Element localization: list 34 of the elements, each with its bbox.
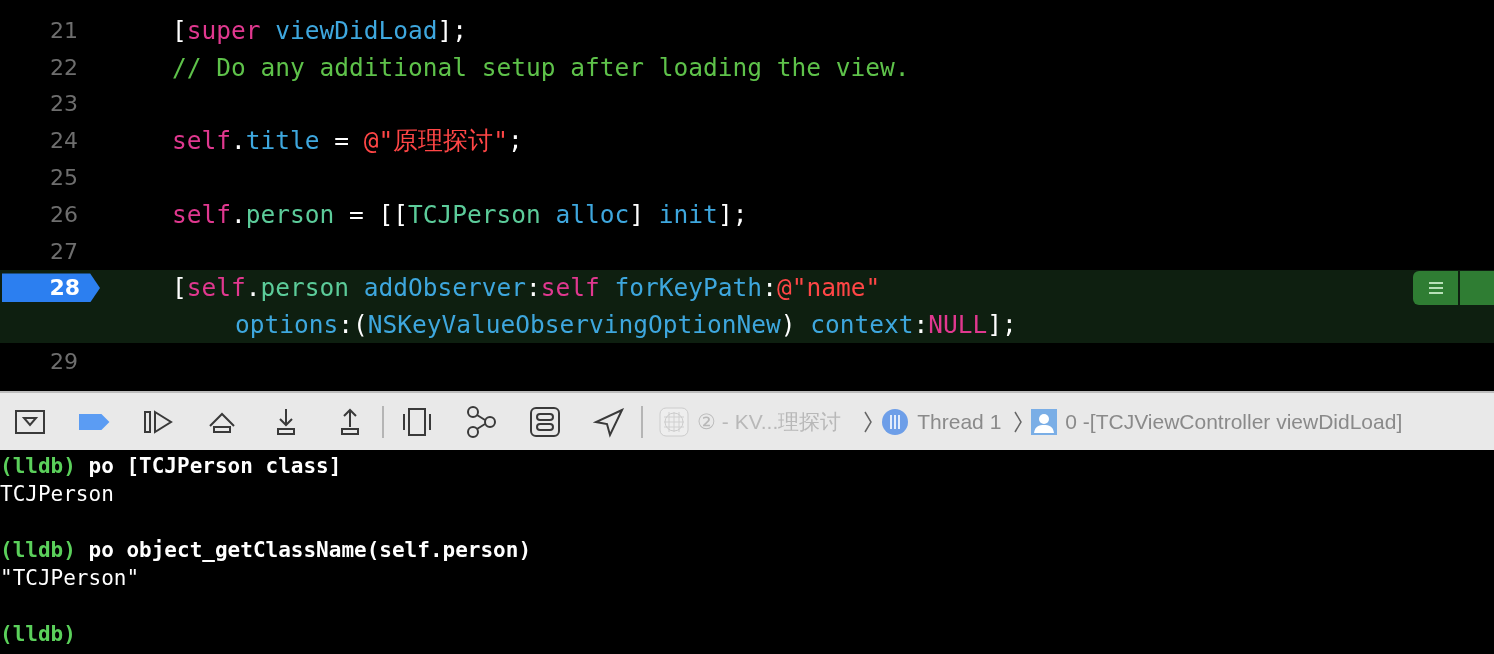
chevron-icon	[863, 409, 874, 434]
breadcrumb-item[interactable]: Thread 1	[881, 407, 1002, 436]
menu-icon	[1427, 281, 1444, 294]
line-number: 25	[50, 165, 79, 191]
line-number: 29	[50, 349, 79, 375]
line-number: 23	[50, 91, 79, 117]
line-number: 22	[50, 54, 79, 80]
code-line: self.person = [[TCJPerson alloc] init];	[172, 199, 748, 229]
console-prompt: (lldb)	[0, 538, 76, 562]
line-number: 21	[50, 17, 79, 43]
code-line: [self.person addObserver:self forKeyPath:@"name"	[172, 273, 881, 303]
line-number: 27	[50, 238, 79, 264]
code-line: options:(NSKeyValueObservingOptionNew) context:NULL];	[235, 310, 1017, 340]
instruction-pointer-tab[interactable]	[1460, 270, 1494, 305]
breakpoint-line-number[interactable]: 28	[2, 273, 100, 303]
code-line: self.title = @"原理探讨";	[172, 126, 523, 156]
console-command: po [TCJPerson class]	[88, 454, 342, 478]
thread-icon	[881, 407, 910, 436]
instruction-pointer-button[interactable]	[1413, 270, 1458, 305]
code-line: [super viewDidLoad];	[172, 15, 468, 45]
line-number: 24	[50, 128, 79, 154]
chevron-icon	[1013, 409, 1024, 434]
console-prompt: (lldb)	[0, 622, 76, 646]
line-number: 26	[50, 201, 79, 227]
person-icon	[1031, 408, 1058, 435]
console-prompt: (lldb)	[0, 454, 76, 478]
code-line: // Do any additional setup after loading the view.	[172, 52, 910, 82]
breadcrumb-item[interactable]: 0 -[TCJViewController viewDidLoad]	[1031, 408, 1403, 435]
console-command: po object_getClassName(self.person)	[88, 538, 532, 562]
app-icon	[659, 406, 689, 437]
console-output: TCJPerson	[0, 482, 114, 506]
environment-overrides-icon[interactable]	[528, 404, 562, 439]
memory-graph-icon[interactable]	[464, 404, 498, 439]
console-output: "TCJPerson"	[0, 566, 140, 590]
